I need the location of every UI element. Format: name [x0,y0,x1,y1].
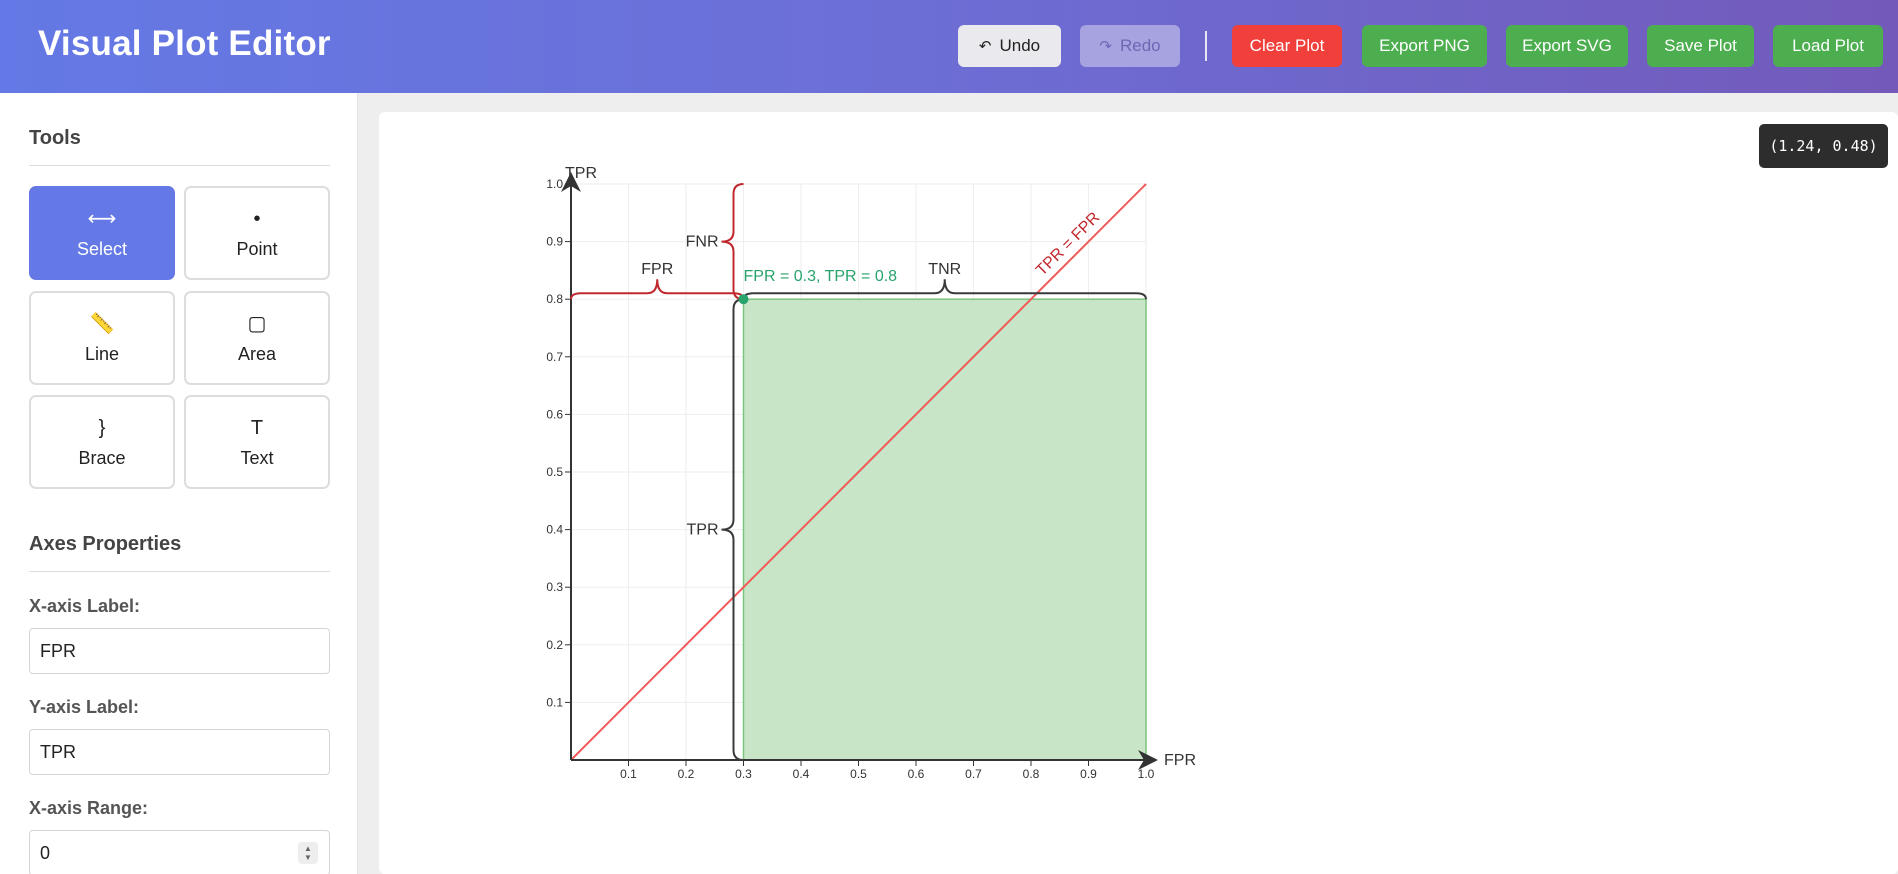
brace-label-fpr[interactable]: FPR [641,261,673,278]
data-point[interactable] [738,294,749,305]
x-tick-label: 0.4 [793,767,810,781]
x-tick-label: 0.8 [1023,767,1040,781]
x-tick-label: 0.2 [678,767,695,781]
x-tick-label: 0.6 [908,767,925,781]
shaded-area[interactable] [742,298,1147,761]
brace-label-tpr[interactable]: TPR [687,522,719,539]
y-tick-label: 0.7 [546,350,563,364]
y-tick-label: 0.6 [546,407,563,421]
x-tick-label: 0.9 [1080,767,1097,781]
y-tick-label: 1.0 [546,177,563,191]
x-tick-label: 0.1 [620,767,637,781]
y-axis-label: TPR [565,165,597,182]
brace-fpr[interactable] [570,279,745,300]
y-tick-label: 0.1 [546,695,563,709]
brace-label-fnr[interactable]: FNR [686,234,719,251]
y-tick-label: 0.2 [546,638,563,652]
x-tick-label: 0.5 [850,767,867,781]
plot-svg[interactable]: 0.1 0.2 0.3 0.4 0.5 0.6 0.7 0.8 0.9 1.0 0.1 0.2 0.3 0… [0,0,1898,874]
diagonal-label[interactable]: TPR = FPR [1033,209,1103,279]
x-axis-label: FPR [1164,752,1196,769]
brace-label-tnr[interactable]: TNR [928,261,961,278]
point-label[interactable]: FPR = 0.3, TPR = 0.8 [744,268,898,285]
y-tick-label: 0.5 [546,465,563,479]
y-tick-label: 0.4 [546,523,563,537]
y-tick-label: 0.3 [546,580,563,594]
x-tick-label: 1.0 [1138,767,1155,781]
x-tick-label: 0.3 [735,767,752,781]
y-tick-label: 0.9 [546,235,563,249]
x-tick-label: 0.7 [965,767,982,781]
y-tick-label: 0.8 [546,292,563,306]
